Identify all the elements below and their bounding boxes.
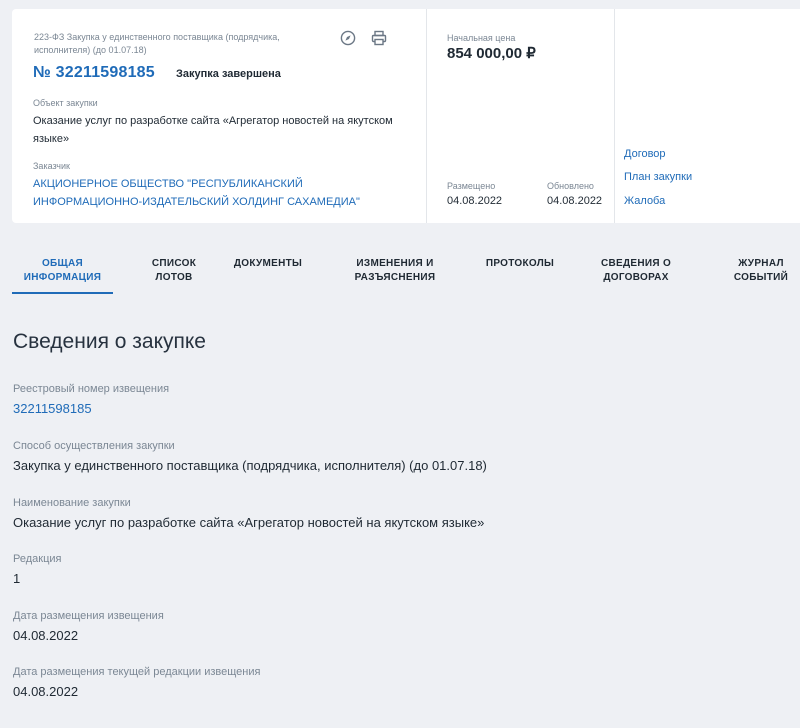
tab-bar: ОБЩАЯ ИНФОРМАЦИЯ СПИСОК ЛОТОВ ДОКУМЕНТЫ … [0, 248, 800, 294]
updated-label: Обновлено [547, 181, 594, 191]
placed-date: 04.08.2022 [447, 195, 503, 207]
print-icon[interactable] [370, 29, 388, 47]
field-value-name: Оказание услуг по разработке сайта «Агре… [13, 515, 485, 530]
customer-label: Заказчик [33, 161, 70, 171]
summary-main: 223-ФЗ Закупка у единственного поставщик… [12, 9, 426, 223]
customer-link[interactable]: АКЦИОНЕРНОЕ ОБЩЕСТВО "РЕСПУБЛИКАНСКИЙ ИН… [33, 175, 413, 211]
field-label-edition: Редакция [13, 553, 62, 565]
object-label: Объект закупки [33, 98, 98, 108]
object-text: Оказание услуг по разработке сайта «Агре… [33, 115, 393, 145]
purchase-summary-card: 223-ФЗ Закупка у единственного поставщик… [12, 9, 800, 223]
field-label-method: Способ осуществления закупки [13, 440, 175, 452]
tab-protocols[interactable]: ПРОТОКОЛЫ [470, 257, 570, 271]
tab-contracts[interactable]: СВЕДЕНИЯ О ДОГОВОРАХ [585, 257, 687, 285]
tab-lots[interactable]: СПИСОК ЛОТОВ [128, 257, 220, 285]
placed-label: Размещено [447, 181, 496, 191]
field-value-registry[interactable]: 32211598185 [13, 401, 92, 416]
tab-event-log[interactable]: ЖУРНАЛ СОБЫТИЙ [722, 257, 800, 285]
field-label-name: Наименование закупки [13, 497, 131, 509]
price-label: Начальная цена [447, 33, 516, 43]
registry-number-link[interactable]: № 32211598185 [33, 64, 155, 82]
initial-price: 854 000,00 ₽ [447, 45, 536, 62]
compass-icon[interactable] [339, 29, 357, 47]
complaint-link[interactable]: Жалоба [624, 195, 665, 207]
tab-general-info[interactable]: ОБЩАЯ ИНФОРМАЦИЯ [12, 257, 113, 285]
updated-date: 04.08.2022 [547, 195, 603, 207]
tab-changes[interactable]: ИЗМЕНЕНИЯ И РАЗЪЯСНЕНИЯ [340, 257, 450, 285]
field-value-current-edition-date: 04.08.2022 [13, 684, 79, 699]
field-value-edition: 1 [13, 571, 21, 586]
field-value-publish-date: 04.08.2022 [13, 628, 79, 643]
related-links: Договор План закупки Жалоба [614, 9, 800, 223]
field-label-registry: Реестровый номер извещения [13, 383, 170, 395]
active-tab-indicator [12, 292, 113, 294]
law-type: 223-ФЗ Закупка у единственного поставщик… [34, 32, 280, 55]
purchase-plan-link[interactable]: План закупки [624, 171, 692, 183]
field-label-current-edition-date: Дата размещения текущей редакции извещен… [13, 666, 261, 678]
field-value-method: Закупка у единственного поставщика (подр… [13, 458, 487, 473]
status-badge: Закупка завершена [176, 68, 281, 80]
tab-documents[interactable]: ДОКУМЕНТЫ [222, 257, 314, 271]
field-label-publish-date: Дата размещения извещения [13, 610, 164, 622]
section-title: Сведения о закупке [13, 330, 206, 353]
contract-link[interactable]: Договор [624, 148, 666, 160]
price-panel: Начальная цена 854 000,00 ₽ Размещено 04… [426, 9, 614, 223]
